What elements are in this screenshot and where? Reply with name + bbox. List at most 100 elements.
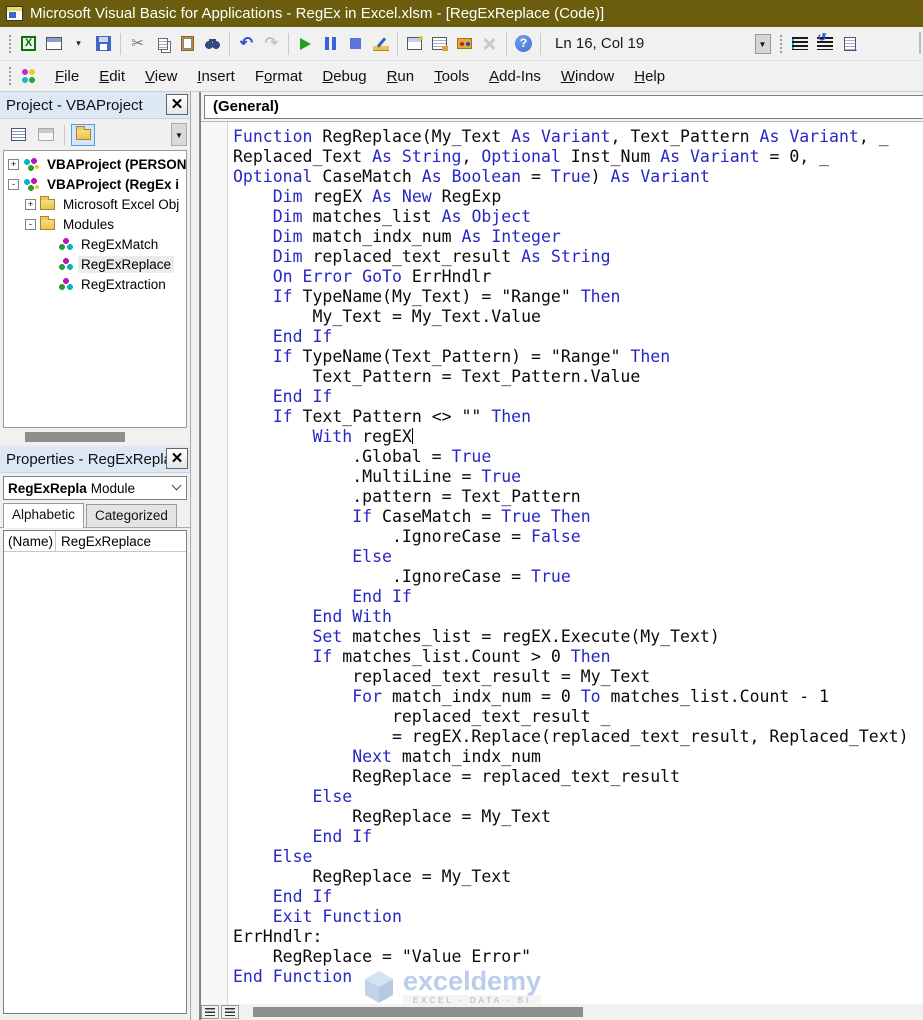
tree-item-regexmatch[interactable]: RegExMatch <box>4 234 186 254</box>
undo-button[interactable]: ↶ <box>234 31 259 56</box>
view-object-button[interactable] <box>34 124 58 146</box>
project-tree[interactable]: + VBAProject (PERSON - VBAProject (RegEx i +… <box>3 150 187 428</box>
tree-item-microsoft-excel-obj[interactable]: + Microsoft Excel Obj <box>4 194 186 214</box>
project-hscrollbar[interactable] <box>3 430 187 444</box>
toolbar-overflow-button[interactable]: ▼ <box>750 31 775 56</box>
indent-button[interactable] <box>787 31 812 56</box>
expand-toggle[interactable]: - <box>8 178 19 190</box>
comment-block-button[interactable] <box>812 31 837 56</box>
dock-splitter[interactable] <box>190 92 200 1020</box>
save-button[interactable] <box>91 31 116 56</box>
dropdown-caret-button[interactable]: ▾ <box>66 31 91 56</box>
menu-format[interactable]: Format <box>245 64 313 89</box>
menu-run[interactable]: Run <box>377 64 425 89</box>
help-icon: ? <box>515 35 532 52</box>
code-hscroll-thumb[interactable] <box>253 1007 583 1017</box>
code-line: End If <box>312 827 373 846</box>
help-button[interactable]: ? <box>511 31 536 56</box>
expand-toggle[interactable]: + <box>8 158 19 170</box>
project-scroll-down-button[interactable]: ▼ <box>171 123 187 146</box>
find-button[interactable] <box>200 31 225 56</box>
object-browser-icon <box>482 37 497 51</box>
code-line: Else <box>312 787 353 806</box>
margin-indicator-bar <box>201 122 228 1004</box>
run-button[interactable] <box>293 31 318 56</box>
properties-window-button[interactable] <box>427 31 452 56</box>
break-button[interactable] <box>318 31 343 56</box>
view-code-button[interactable] <box>6 124 30 146</box>
code-line: Replaced_Text As String, Optional Inst_N… <box>233 147 830 166</box>
toolbar-separator <box>397 32 398 55</box>
code-line: Dim matches_list As Object <box>272 207 532 226</box>
folder-icon <box>75 126 91 140</box>
redo-button[interactable]: ↷ <box>259 31 284 56</box>
code-bottom-bar <box>201 1004 923 1020</box>
properties-object-type: Module <box>90 480 136 496</box>
code-editor[interactable]: Function RegReplace(My_Text As Variant, … <box>228 122 909 1004</box>
code-line: With regEX <box>312 427 414 446</box>
toggle-folders-button[interactable] <box>71 123 95 146</box>
expand-toggle[interactable]: + <box>25 198 36 210</box>
tree-item-vbaproject-regex-i[interactable]: - VBAProject (RegEx i <box>4 174 186 194</box>
project-close-button[interactable]: ✕ <box>166 94 188 115</box>
code-line: RegReplace = "Value Error" <box>233 947 532 966</box>
copy-button[interactable] <box>150 31 175 56</box>
project-hscroll-thumb[interactable] <box>25 432 125 442</box>
properties-object-dropdown[interactable]: RegExRepla Module <box>3 476 187 500</box>
reset-button[interactable] <box>343 31 368 56</box>
menu-debug[interactable]: Debug <box>312 64 376 89</box>
cut-button[interactable]: ✂ <box>125 31 150 56</box>
toolbox-icon <box>457 38 472 49</box>
procedure-view-button[interactable] <box>201 1005 219 1019</box>
menu-edit[interactable]: Edit <box>89 64 135 89</box>
menu-view[interactable]: View <box>135 64 187 89</box>
toolbox-button[interactable] <box>452 31 477 56</box>
menu-window[interactable]: Window <box>551 64 624 89</box>
properties-close-button[interactable]: ✕ <box>166 448 188 469</box>
full-module-view-button[interactable] <box>221 1005 239 1019</box>
project-explorer-button[interactable] <box>402 31 427 56</box>
tree-item-label: VBAProject (PERSON <box>47 156 187 172</box>
menu-addins[interactable]: Add-Ins <box>479 64 551 89</box>
expand-toggle[interactable]: - <box>25 218 36 230</box>
watermark-name: exceldemy <box>403 966 542 996</box>
code-line: End If <box>272 327 333 346</box>
module-icon <box>57 256 74 272</box>
code-hscrollbar[interactable] <box>245 1005 923 1019</box>
object-browser-button[interactable] <box>477 31 502 56</box>
paste-button[interactable] <box>175 31 200 56</box>
standard-toolbar: X ▾ ✂ ↶ ↷? Ln 16, Col 19 ▼ <box>0 27 923 61</box>
code-line: End With <box>312 607 392 626</box>
chevron-down-icon <box>171 480 182 491</box>
run-icon <box>300 37 311 50</box>
excel-button[interactable]: X <box>16 31 41 56</box>
vba-menu-icon <box>20 68 37 84</box>
find-icon <box>204 36 221 51</box>
tab-categorized[interactable]: Categorized <box>86 504 177 527</box>
tree-item-modules[interactable]: - Modules <box>4 214 186 234</box>
code-line: Dim replaced_text_result As String <box>272 247 611 266</box>
menu-insert[interactable]: Insert <box>187 64 245 89</box>
copy-arrow-button[interactable] <box>837 31 862 56</box>
tree-item-vbaproject-person[interactable]: + VBAProject (PERSON <box>4 154 186 174</box>
code-line: Else <box>352 547 392 566</box>
excel-icon: X <box>21 36 36 51</box>
tree-item-regexreplace[interactable]: RegExReplace <box>4 254 186 274</box>
vbaproject-icon <box>23 176 40 192</box>
menu-file[interactable]: File <box>45 64 89 89</box>
menu-tools[interactable]: Tools <box>424 64 479 89</box>
left-dock: Project - VBAProject ✕ ▼ + VBAProject (PE… <box>0 92 190 1020</box>
code-area: Function RegReplace(My_Text As Variant, … <box>201 122 923 1004</box>
menu-grip <box>7 65 13 87</box>
property-value[interactable]: RegExReplace <box>56 534 151 549</box>
tree-item-regextraction[interactable]: RegExtraction <box>4 274 186 294</box>
view-object-button[interactable] <box>41 31 66 56</box>
design-mode-button[interactable] <box>368 31 393 56</box>
paste-icon <box>181 36 194 51</box>
object-dropdown[interactable]: (General) <box>204 94 923 119</box>
tab-alphabetic[interactable]: Alphabetic <box>3 503 85 528</box>
code-line: If CaseMatch = True Then <box>352 507 591 526</box>
copy-icon <box>157 37 168 50</box>
menu-help[interactable]: Help <box>624 64 675 89</box>
main-area: Project - VBAProject ✕ ▼ + VBAProject (PE… <box>0 92 923 1020</box>
